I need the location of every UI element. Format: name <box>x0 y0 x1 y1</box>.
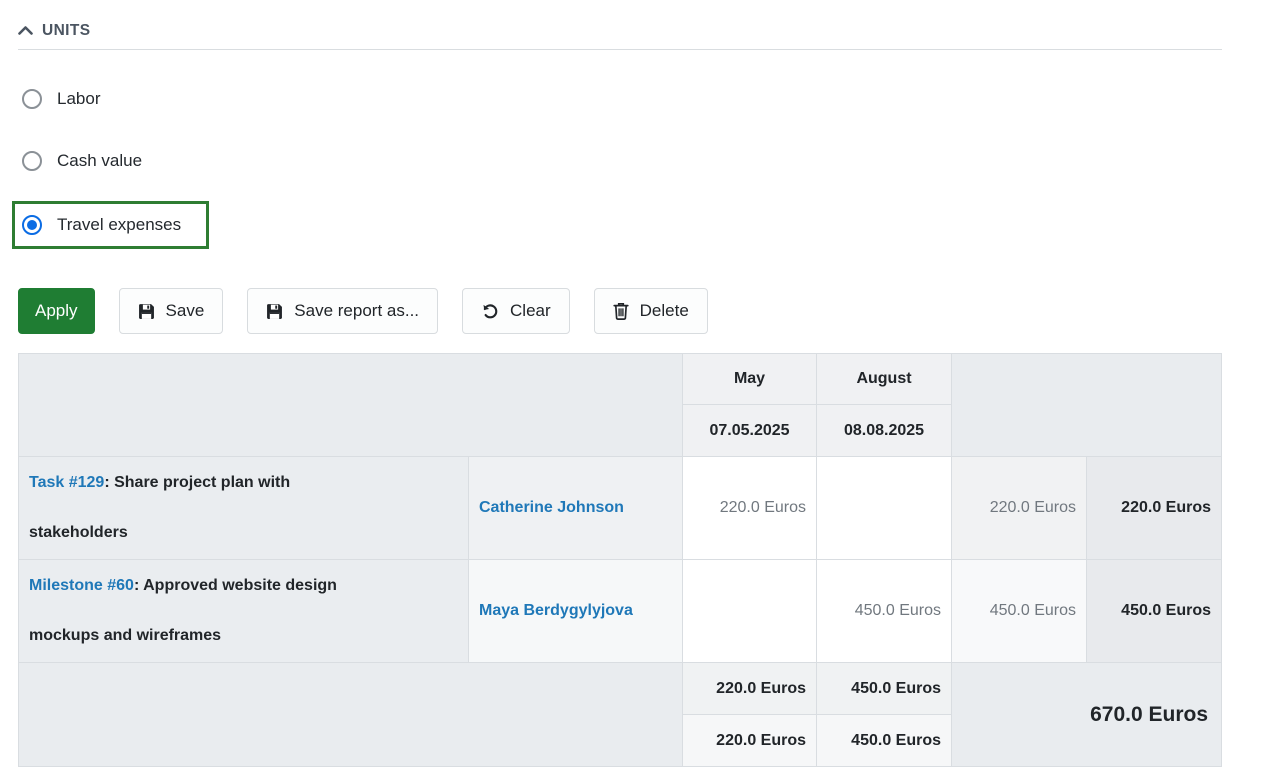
row-total-cell: 450.0 Euros <box>1087 560 1222 663</box>
table-row-milestone-60: Milestone #60: Approved website design m… <box>19 560 1222 663</box>
save-button-label: Save <box>166 301 205 321</box>
date-header-may: 07.05.2025 <box>683 405 817 457</box>
grand-total-cell: 670.0 Euros <box>952 663 1222 767</box>
radio-cash-value[interactable] <box>22 151 42 171</box>
radio-travel-expenses-label: Travel expenses <box>57 215 181 235</box>
task-cell: Task #129: Share project plan with stake… <box>19 457 469 560</box>
units-section-title: UNITS <box>42 22 91 40</box>
radio-labor[interactable] <box>22 89 42 109</box>
selection-highlight-box: Travel expenses <box>12 201 209 249</box>
row-subtotal-cell: 220.0 Euros <box>952 457 1087 560</box>
radio-labor-label: Labor <box>57 89 100 109</box>
footer-august-sum-2: 450.0 Euros <box>817 715 952 767</box>
travel-expenses-report-table: May August 07.05.2025 08.08.2025 Task #1… <box>18 353 1222 767</box>
radio-travel-expenses[interactable] <box>22 215 42 235</box>
floppy-save-icon <box>266 303 283 320</box>
value-cell-august <box>817 457 952 560</box>
chevron-up-icon <box>18 22 33 40</box>
assignee-link-catherine-johnson[interactable]: Catherine Johnson <box>479 499 624 516</box>
delete-button[interactable]: Delete <box>594 288 708 334</box>
apply-button-label: Apply <box>35 301 78 321</box>
clear-button[interactable]: Clear <box>462 288 570 334</box>
radio-option-cash-value[interactable]: Cash value <box>22 148 1222 174</box>
footer-may-sum-1: 220.0 Euros <box>683 663 817 715</box>
header-empty-block <box>19 354 683 457</box>
month-header-may: May <box>683 354 817 405</box>
value-cell-may <box>683 560 817 663</box>
footer-empty-block <box>19 663 683 767</box>
section-divider <box>18 49 1222 50</box>
row-total-cell: 220.0 Euros <box>1087 457 1222 560</box>
radio-cash-value-label: Cash value <box>57 151 142 171</box>
milestone-60-link[interactable]: Milestone #60 <box>29 577 134 594</box>
header-empty-block-right <box>952 354 1222 457</box>
clear-button-label: Clear <box>510 301 551 321</box>
assignee-link-maya-berdygylyjova[interactable]: Maya Berdygylyjova <box>479 602 633 619</box>
assignee-cell: Maya Berdygylyjova <box>469 560 683 663</box>
undo-arrow-icon <box>481 302 499 320</box>
task-cell: Milestone #60: Approved website design m… <box>19 560 469 663</box>
units-panel: UNITS Labor Cash value Travel expenses A… <box>0 0 1267 767</box>
radio-option-labor[interactable]: Labor <box>22 86 1222 112</box>
apply-button[interactable]: Apply <box>18 288 95 334</box>
value-cell-may: 220.0 Euros <box>683 457 817 560</box>
table-row-task-129: Task #129: Share project plan with stake… <box>19 457 1222 560</box>
save-report-as-button[interactable]: Save report as... <box>247 288 438 334</box>
save-report-as-button-label: Save report as... <box>294 301 419 321</box>
save-button[interactable]: Save <box>119 288 224 334</box>
date-header-august: 08.08.2025 <box>817 405 952 457</box>
task-129-link[interactable]: Task #129 <box>29 474 104 491</box>
row-subtotal-cell: 450.0 Euros <box>952 560 1087 663</box>
trash-icon <box>613 302 629 320</box>
delete-button-label: Delete <box>640 301 689 321</box>
footer-may-sum-2: 220.0 Euros <box>683 715 817 767</box>
footer-august-sum-1: 450.0 Euros <box>817 663 952 715</box>
floppy-save-icon <box>138 303 155 320</box>
report-toolbar: Apply Save <box>18 288 1222 334</box>
assignee-cell: Catherine Johnson <box>469 457 683 560</box>
units-section-toggle[interactable]: UNITS <box>18 22 1222 49</box>
month-header-august: August <box>817 354 952 405</box>
value-cell-august: 450.0 Euros <box>817 560 952 663</box>
